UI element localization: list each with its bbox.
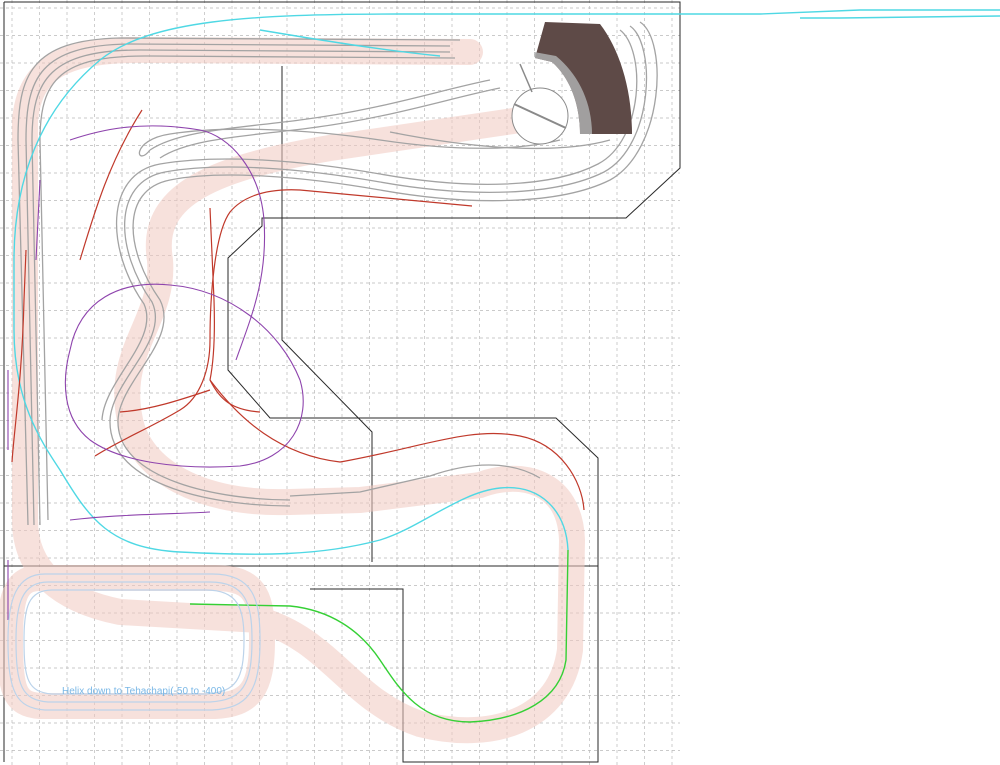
yard-track-2 <box>109 25 648 507</box>
red-line <box>11 109 585 511</box>
track-plan-canvas: Helix down to Tehachapi(-50 to -400) <box>0 0 1000 765</box>
turntable-roundhouse <box>511 22 632 145</box>
turntable-lead <box>519 63 533 93</box>
mainline-track-4 <box>17 37 461 526</box>
red-wye <box>209 379 261 413</box>
roadbed-loop <box>114 107 586 744</box>
red-upper-left <box>79 109 143 261</box>
purple-line <box>7 125 304 620</box>
helix-label: Helix down to Tehachapi(-50 to -400) <box>62 686 225 697</box>
teal-siding <box>800 15 1000 19</box>
purple-loop <box>64 283 304 468</box>
